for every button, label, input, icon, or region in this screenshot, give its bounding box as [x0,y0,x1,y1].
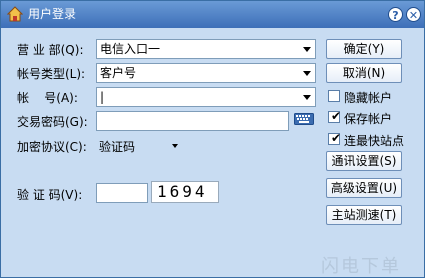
checkmark-icon: ✔ [331,109,342,123]
account-value: | [100,90,105,104]
encryption-label: 加密协议(C): [17,140,87,154]
encryption-select[interactable]: 验证码 [99,138,135,155]
branch-select[interactable]: 电信入口一 [96,39,316,59]
dialog-body: 营 业 部(Q): 电信入口一 帐号类型(L): 客户号 帐 号(A): | 交… [1,28,424,277]
account-input[interactable]: | [96,87,316,107]
branch-value: 电信入口一 [100,42,161,56]
login-dialog: 用户登录 ? ✕ 营 业 部(Q): 电信入口一 帐号类型(L): 客户号 帐 … [0,0,425,278]
watermark: 闪电下单 [321,256,401,277]
chevron-down-icon[interactable] [172,144,178,148]
branch-label: 营 业 部(Q): [17,43,84,57]
account-label: 帐 号(A): [17,91,78,105]
cancel-button[interactable]: 取消(N) [326,63,402,83]
advanced-settings-button[interactable]: 高级设置(U) [326,178,402,198]
checkbox-box: ✔ [328,109,342,123]
ok-button[interactable]: 确定(Y) [326,39,402,59]
chevron-down-icon [303,71,311,76]
comm-settings-button[interactable]: 通讯设置(S) [326,151,402,171]
keyboard-icon[interactable] [294,113,314,125]
account-type-select[interactable]: 客户号 [96,63,316,83]
captcha-label: 验 证 码(V): [17,188,83,202]
fastest-site-label: 连最快站点 [344,134,405,148]
password-input[interactable] [96,111,289,131]
server-test-button[interactable]: 主站测速(T) [326,205,402,225]
close-button[interactable]: ✕ [406,7,421,22]
captcha-input[interactable] [96,183,148,203]
password-label: 交易密码(G): [17,115,88,129]
account-type-value: 客户号 [100,66,137,80]
title-bar: 用户登录 ? ✕ [1,1,424,28]
help-button[interactable]: ? [388,7,403,22]
window-title: 用户登录 [28,7,77,21]
chevron-down-icon [303,95,311,100]
chevron-down-icon [303,47,311,52]
house-icon [7,6,23,22]
checkmark-icon: ✔ [331,131,342,145]
checkbox-box: ✔ [328,131,342,145]
checkbox-box [328,90,340,102]
save-account-label: 保存帐户 [344,112,393,126]
account-type-label: 帐号类型(L): [17,67,86,81]
captcha-image[interactable]: 1694 [151,181,219,203]
hide-account-label: 隐藏帐户 [344,91,393,105]
